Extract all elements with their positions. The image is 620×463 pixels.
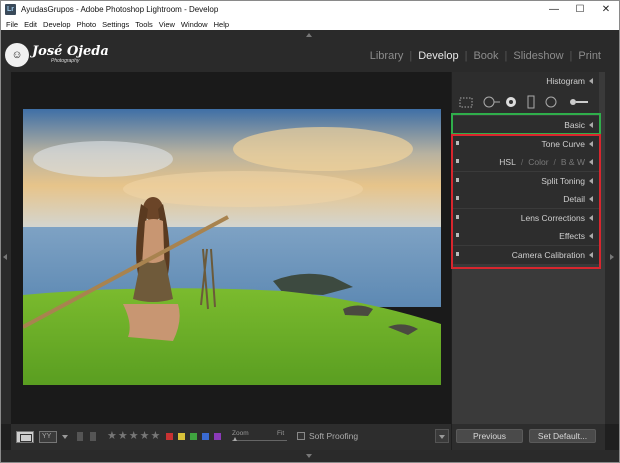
flag-pick-icon[interactable] [77, 432, 83, 441]
collapse-triangle-icon [589, 78, 593, 84]
left-panel-gutter[interactable] [1, 72, 11, 424]
module-slideshow[interactable]: Slideshow [513, 50, 563, 62]
color-label-green[interactable] [190, 433, 197, 440]
red-eye-icon[interactable] [506, 97, 516, 107]
expand-filmstrip-icon[interactable] [306, 454, 312, 458]
panel-histogram-label: Histogram [546, 76, 585, 86]
minimize-button[interactable]: — [541, 1, 567, 18]
module-separator: | [464, 50, 468, 62]
module-separator: | [409, 50, 413, 62]
right-panel-gutter[interactable] [605, 72, 619, 424]
module-separator: | [569, 50, 573, 62]
loupe-view-button[interactable] [16, 431, 34, 443]
color-label-blue[interactable] [202, 433, 209, 440]
menu-photo[interactable]: Photo [77, 20, 97, 29]
color-label-purple[interactable] [214, 433, 221, 440]
fit-label: Fit [277, 430, 285, 437]
menu-view[interactable]: View [159, 20, 175, 29]
menu-tools[interactable]: Tools [135, 20, 153, 29]
menu-edit[interactable]: Edit [24, 20, 37, 29]
soft-proofing-label: Soft Proofing [309, 431, 359, 441]
zoom-slider-track[interactable] [232, 440, 287, 441]
star-rating[interactable]: ★★★★★ [107, 429, 161, 442]
soft-proofing-checkbox[interactable] [297, 432, 305, 440]
adjustment-brush-icon[interactable] [570, 99, 588, 105]
before-after-icon: YY [42, 433, 52, 440]
toolbar-menu-button[interactable] [435, 429, 449, 443]
spot-removal-icon[interactable] [483, 96, 500, 108]
highlight-box-panels [451, 134, 601, 269]
module-separator: | [504, 50, 508, 62]
set-default-button[interactable]: Set Default... [529, 429, 596, 443]
photo-image [23, 109, 441, 385]
lightroom-window: Lr AyudasGrupos - Adobe Photoshop Lightr… [0, 0, 620, 463]
radial-filter-icon[interactable] [545, 96, 557, 108]
graduated-filter-icon[interactable] [527, 95, 535, 109]
previous-button[interactable]: Previous [456, 429, 523, 443]
panel-histogram[interactable]: Histogram [452, 72, 599, 90]
photo-preview[interactable] [23, 109, 441, 385]
menu-settings[interactable]: Settings [102, 20, 129, 29]
module-print[interactable]: Print [578, 50, 601, 62]
zoom-label: Zoom [232, 430, 249, 437]
identity-plate: ☺ José Ojeda Photography [5, 41, 111, 69]
collapse-top-panel-icon[interactable] [306, 33, 312, 37]
maximize-button[interactable]: ☐ [567, 1, 593, 18]
flag-reject-icon[interactable] [90, 432, 96, 441]
collapse-right-panel-icon[interactable] [610, 254, 614, 260]
close-button[interactable]: ✕ [593, 1, 619, 18]
chevron-down-icon [439, 435, 445, 439]
menu-bar: File Edit Develop Photo Settings Tools V… [1, 18, 619, 30]
module-picker: Library | Develop | Book | Slideshow | P… [370, 50, 601, 62]
menu-file[interactable]: File [6, 20, 18, 29]
before-after-view-button[interactable]: YY [39, 431, 57, 443]
zoom-slider-handle[interactable] [233, 437, 237, 441]
module-develop[interactable]: Develop [418, 50, 458, 62]
crop-overlay-icon[interactable] [459, 97, 473, 108]
menu-develop[interactable]: Develop [43, 20, 71, 29]
develop-tool-strip [452, 89, 599, 115]
identity-plate-name: José Ojeda [32, 44, 109, 59]
menu-window[interactable]: Window [181, 20, 208, 29]
menu-help[interactable]: Help [214, 20, 229, 29]
person-face-icon: ☺ [5, 43, 29, 67]
module-book[interactable]: Book [473, 50, 498, 62]
expand-left-panel-icon[interactable] [3, 254, 7, 260]
title-bar: Lr AyudasGrupos - Adobe Photoshop Lightr… [1, 1, 619, 18]
color-label-red[interactable] [166, 433, 173, 440]
lightroom-app-icon: Lr [5, 4, 16, 15]
window-title: AyudasGrupos - Adobe Photoshop Lightroom… [21, 5, 219, 14]
highlight-box-basic [451, 113, 601, 135]
color-label-yellow[interactable] [178, 433, 185, 440]
module-library[interactable]: Library [370, 50, 404, 62]
view-dropdown-icon[interactable] [62, 435, 68, 439]
